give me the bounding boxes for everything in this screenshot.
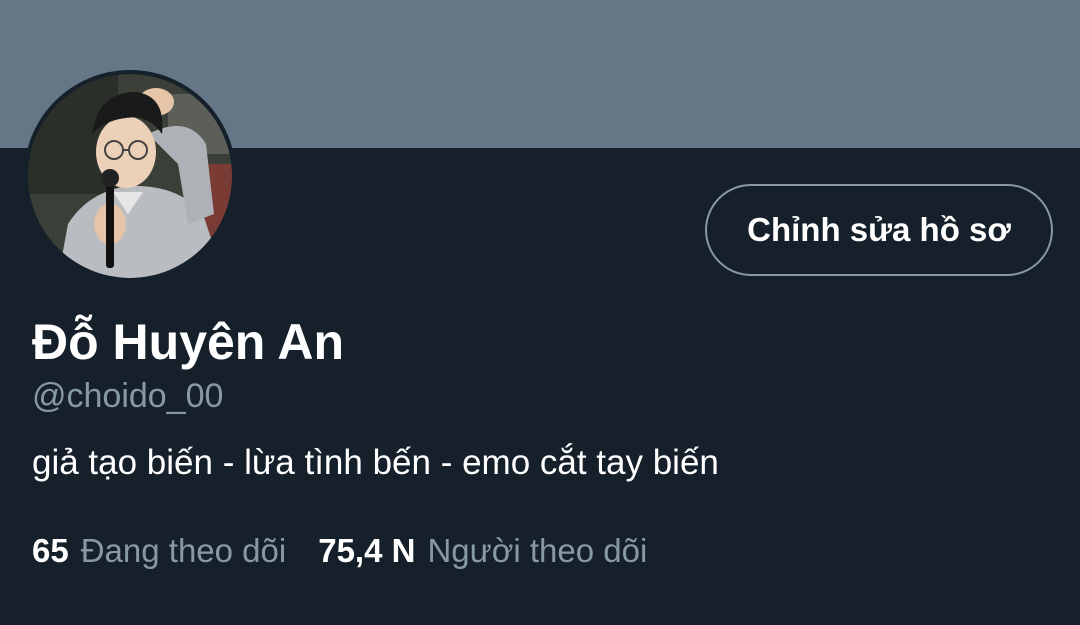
display-name: Đỗ Huyên An	[32, 314, 345, 370]
profile-bio: giả tạo biến - lừa tình bến - emo cắt ta…	[32, 443, 719, 482]
following-link[interactable]: 65 Đang theo dõi	[32, 532, 286, 570]
followers-link[interactable]: 75,4 N Người theo dõi	[318, 532, 647, 570]
username-handle: @choido_00	[32, 377, 224, 415]
followers-label: Người theo dõi	[427, 532, 648, 569]
followers-count: 75,4 N	[318, 532, 416, 569]
avatar[interactable]	[24, 70, 236, 282]
avatar-photo	[28, 74, 232, 278]
following-count: 65	[32, 532, 69, 569]
following-label: Đang theo dõi	[80, 532, 287, 569]
edit-profile-button[interactable]: Chỉnh sửa hồ sơ	[705, 184, 1053, 276]
follow-stats: 65 Đang theo dõi 75,4 N Người theo dõi	[32, 528, 647, 574]
